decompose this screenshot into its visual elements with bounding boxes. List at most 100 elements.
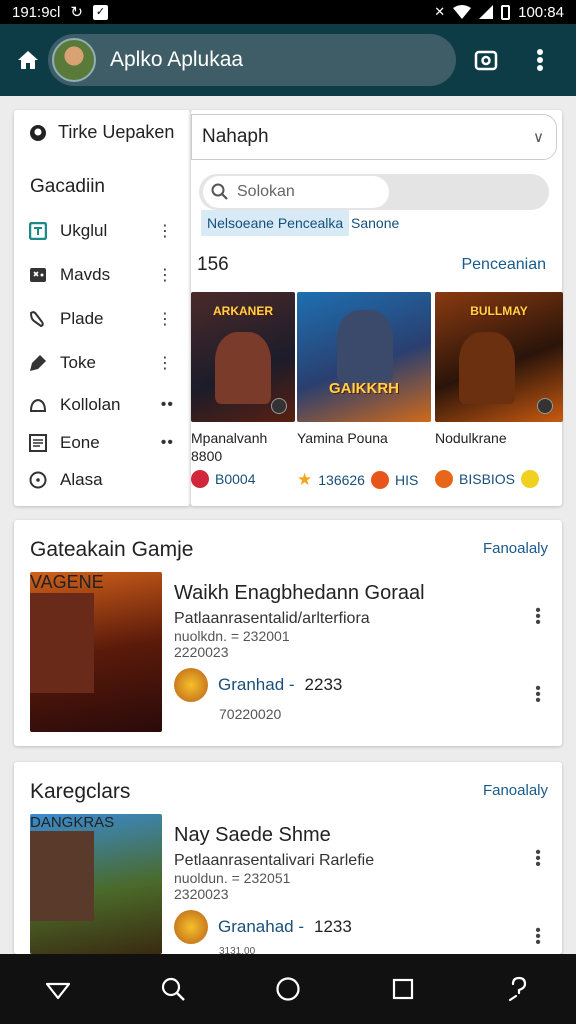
sidebar-item-label: Alasa [60, 470, 103, 489]
game-stat-2: HIS [394, 472, 419, 488]
notification-icon: ✓ [92, 4, 108, 20]
list-icon [28, 221, 48, 241]
feature-subtext: 70220020 [219, 706, 282, 722]
sidebar-item-4[interactable]: Kollolan •• [28, 390, 188, 420]
search-input[interactable] [237, 183, 377, 201]
feature-row[interactable]: Granahad - 1233 [174, 910, 352, 944]
search-icon [161, 977, 185, 1001]
game-card[interactable]: ARKANER Mpanalvanh 8800 B0004 [191, 292, 295, 488]
home-nav-button[interactable] [264, 965, 312, 1013]
feature-meta: 2220023 [174, 644, 229, 660]
camera-icon [474, 50, 498, 71]
sidebar-item-label: Kollolan [60, 395, 121, 414]
item-menu-icon[interactable]: •• [161, 396, 174, 414]
title-bar[interactable]: Aplko Aplukaa [48, 34, 456, 86]
category-dropdown[interactable]: Nahaph ∨ [191, 114, 557, 160]
status-time: 191:9cl [12, 3, 61, 21]
result-count: 156 [197, 254, 229, 275]
main-pane: Nahaph ∨ Nelsoeane Pencealka Sanone 156 … [190, 110, 563, 506]
feature-title[interactable]: Waikh Enagbhedann Goraal [174, 582, 425, 605]
sidebar-item-3[interactable]: Toke ⋮ [28, 348, 188, 378]
battery-icon [501, 4, 511, 20]
more-vert-icon[interactable]: • • • [534, 923, 542, 951]
recents-button[interactable] [379, 965, 427, 1013]
game-thumbnail[interactable]: BULLMAY [435, 292, 563, 422]
game-thumbnail[interactable]: ARKANER [191, 292, 295, 422]
more-vert-icon[interactable]: • • • [534, 845, 542, 873]
item-menu-icon[interactable]: •• [161, 434, 174, 452]
tab-featured[interactable]: Nelsoeane Pencealka [201, 210, 350, 236]
more-vert-icon[interactable]: • • • [534, 681, 542, 709]
sidebar-item-5[interactable]: Eone •• [28, 428, 188, 458]
sidebar-item-2[interactable]: Plade ⋮ [28, 304, 188, 334]
game-card[interactable]: BULLMAY Nodulkrane BISBIOS [435, 292, 563, 488]
sync-icon: ↻ [70, 4, 83, 21]
feature-row[interactable]: Granhad - 2233 [174, 668, 342, 702]
more-vert-icon[interactable]: • • • [534, 603, 542, 631]
game-stats: B0004 [191, 470, 295, 488]
avatar[interactable] [52, 38, 96, 82]
search-box[interactable] [203, 176, 389, 208]
gamepad-icon [28, 265, 48, 285]
section-link[interactable]: Fanoalaly [483, 540, 548, 557]
game-name: Yamina Pouna [297, 430, 388, 446]
badge-icon [521, 470, 540, 488]
game-stats: ★ 136626 HIS [297, 470, 431, 490]
feature-art-title: VAGENE [30, 572, 104, 592]
star-icon: ★ [297, 470, 313, 489]
sidebar-item-6[interactable]: Alasa [28, 465, 188, 495]
game-thumbnail[interactable]: GAIKKRH [297, 292, 431, 422]
feature-row-label: Granhad - [218, 675, 295, 694]
sidebar-item-0[interactable]: Ukglul ⋮ [28, 216, 188, 246]
game-stat: 136626 [318, 472, 365, 488]
feature-art-title: DANGKRAS [30, 814, 115, 831]
search-bubble-icon [30, 124, 46, 141]
recents-icon [393, 978, 414, 1000]
overflow-menu-button[interactable] [524, 44, 556, 76]
doc-icon [28, 433, 48, 453]
game-name: Mpanalvanh [191, 430, 268, 446]
back-button[interactable] [34, 965, 82, 1013]
developer-icon [174, 910, 208, 944]
game-stat: B0004 [215, 471, 256, 487]
feature-image[interactable]: VAGENE [30, 572, 162, 732]
mute-icon: ✕ [434, 4, 446, 19]
item-menu-icon[interactable]: ⋮ [157, 309, 174, 329]
feature-meta: 2320023 [174, 886, 229, 902]
sidebar-header[interactable]: Tirke Uepaken [28, 122, 174, 143]
feature-image[interactable]: DANGKRAS [30, 814, 162, 954]
feature-art-figure [30, 593, 94, 693]
item-menu-icon[interactable]: ⋮ [157, 221, 174, 241]
app-bar: Aplko Aplukaa [0, 24, 576, 96]
assist-button[interactable] [494, 965, 542, 1013]
search-nav-button[interactable] [149, 965, 197, 1013]
feature-description: Petlaanrasentalivari Rarlefie [174, 852, 375, 869]
signal-icon [479, 5, 494, 19]
see-all-link[interactable]: Penceanian [461, 256, 546, 274]
tab-other[interactable]: Sanone [345, 210, 405, 236]
game-art-figure [459, 332, 515, 404]
item-menu-icon[interactable]: ⋮ [157, 353, 174, 373]
sidebar-item-label: Eone [60, 433, 100, 452]
game-stat: BISBIOS [459, 471, 516, 487]
feature-title[interactable]: Nay Saede Shme [174, 824, 331, 847]
camera-button[interactable] [470, 44, 502, 76]
game-card[interactable]: GAIKKRH Yamina Pouna ★ 136626 HIS [297, 292, 431, 490]
sidebar-item-1[interactable]: Mavds ⋮ [28, 260, 188, 290]
app-title: Aplko Aplukaa [110, 48, 244, 71]
cloud-icon [28, 395, 48, 415]
home-circle-icon [276, 977, 300, 1001]
section-link[interactable]: Fanoalaly [483, 782, 548, 799]
sidebar-item-label: Mavds [60, 265, 111, 284]
tag-icon [28, 353, 48, 373]
item-menu-icon[interactable]: ⋮ [157, 265, 174, 285]
rating-icon [191, 470, 209, 488]
developer-icon [174, 668, 208, 702]
back-icon [45, 982, 70, 1000]
feature-description: Patlaanrasentalid/arlterfiora [174, 610, 370, 627]
sidebar-item-label: Ukglul [60, 221, 108, 240]
feature-row-value: 2233 [304, 675, 343, 694]
search-bar [199, 174, 549, 210]
game-stats: BISBIOS [435, 470, 563, 488]
section-title: Gateakain Gamje [30, 538, 194, 561]
